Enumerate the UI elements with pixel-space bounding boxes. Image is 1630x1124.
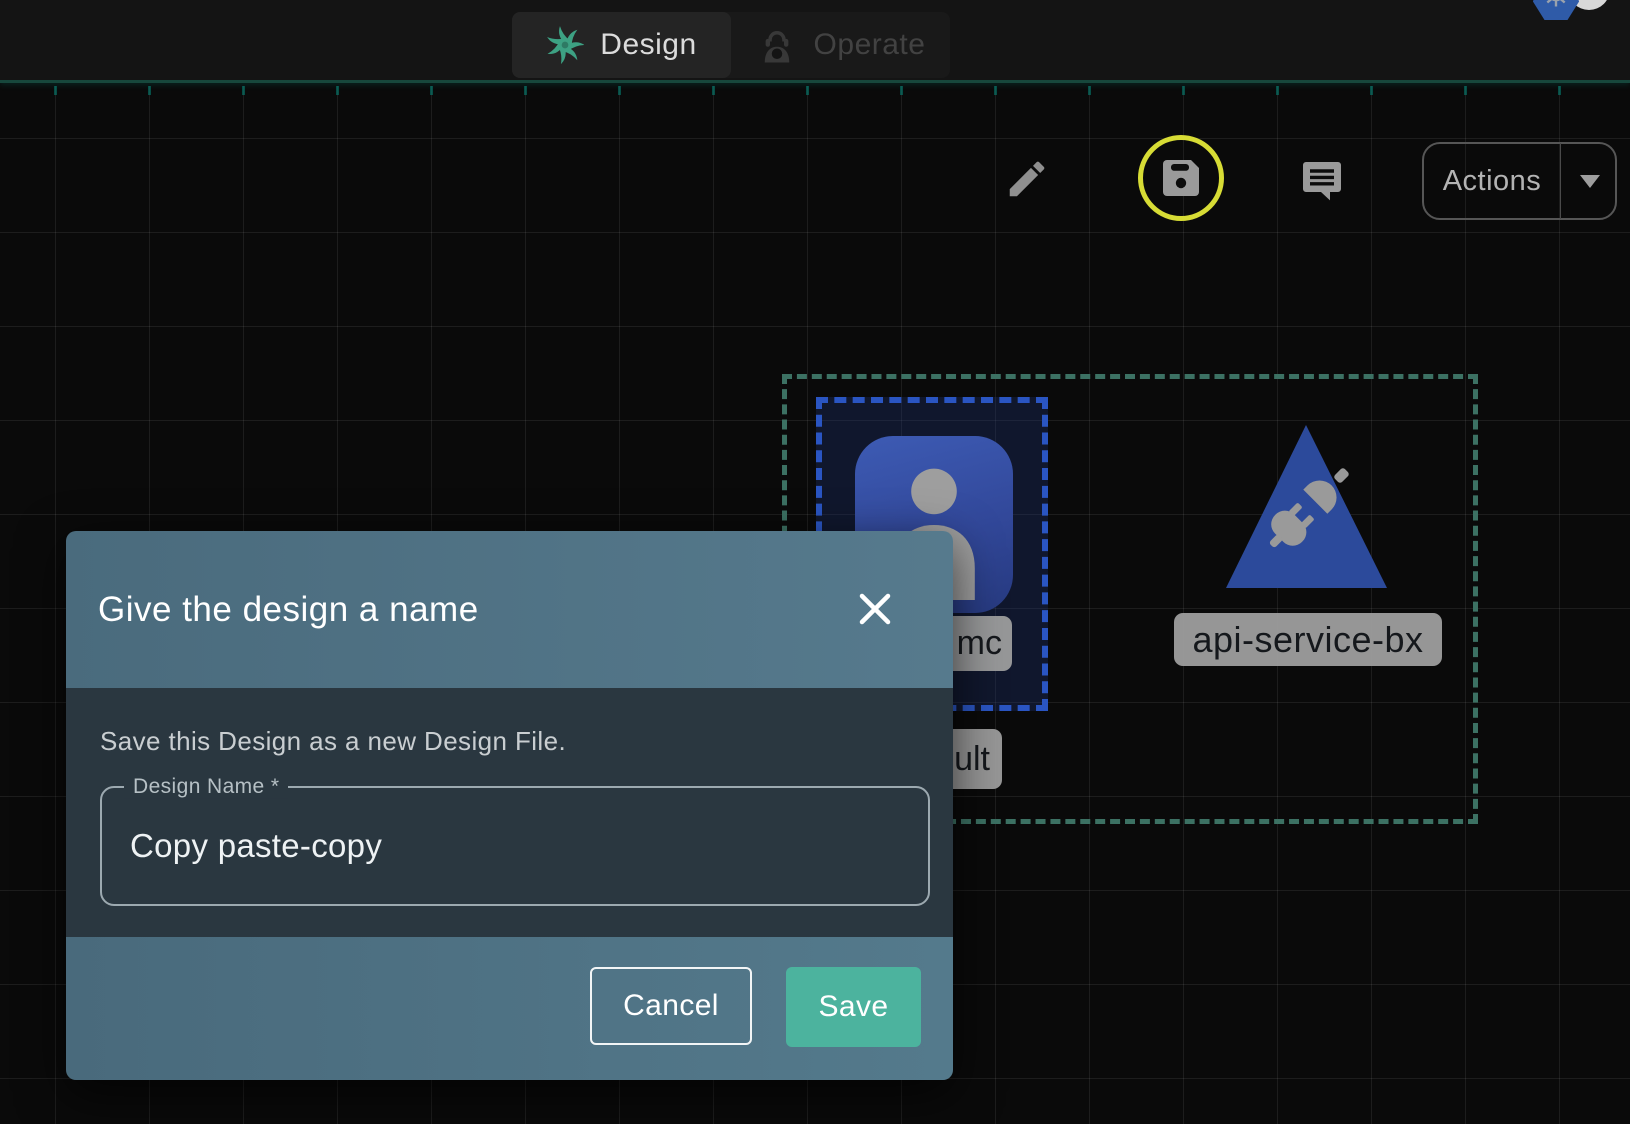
comment-icon (1298, 156, 1346, 204)
dialog-footer: Cancel Save (66, 937, 953, 1080)
save-design-dialog: Give the design a name Save this Design … (66, 531, 953, 1080)
actions-divider (1560, 143, 1561, 219)
chevron-down-icon[interactable] (1580, 175, 1600, 188)
node-label-api-service[interactable]: api-service-bx (1174, 613, 1442, 666)
actions-button[interactable]: Actions (1422, 142, 1617, 220)
floppy-disk-icon (1157, 154, 1205, 202)
design-name-label: Design Name * (124, 775, 288, 799)
actions-button-label: Actions (1424, 165, 1560, 198)
comment-button[interactable] (1298, 156, 1346, 207)
meshery-design-app: mc ult api-service-bx Design (0, 0, 1630, 1124)
design-name-input[interactable] (102, 788, 928, 904)
save-button[interactable]: Save (786, 967, 921, 1047)
tab-design-label: Design (600, 28, 696, 62)
tab-operate-label: Operate (814, 28, 926, 62)
tab-operate[interactable]: Operate (731, 12, 950, 78)
kubernetes-wheel-icon (1537, 0, 1575, 12)
mode-tab-group: Design Operate (512, 12, 950, 78)
close-icon (856, 590, 894, 628)
tab-design[interactable]: Design (512, 12, 731, 78)
save-design-button[interactable] (1157, 154, 1205, 205)
dialog-message: Save this Design as a new Design File. (100, 726, 919, 757)
pencil-icon (1004, 156, 1050, 202)
close-button[interactable] (855, 590, 895, 630)
operator-headset-icon (756, 24, 798, 66)
topbar: Design Operate (0, 0, 1630, 83)
node-api-service[interactable] (1216, 421, 1396, 596)
dialog-title: Give the design a name (98, 590, 479, 630)
edit-button[interactable] (1004, 156, 1050, 205)
dialog-header: Give the design a name (66, 531, 953, 688)
dialog-body: Save this Design as a new Design File. D… (66, 688, 953, 937)
design-name-field: Design Name * (100, 786, 930, 906)
meshery-logo-icon (546, 26, 584, 64)
cancel-button[interactable]: Cancel (590, 967, 752, 1045)
